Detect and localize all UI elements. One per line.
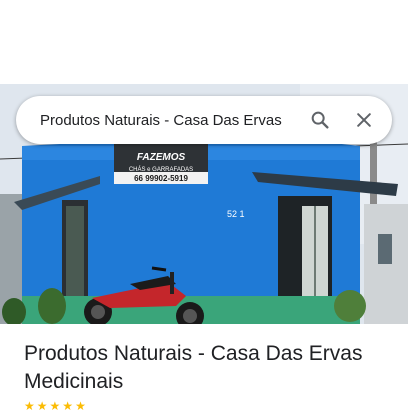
sign-phone: 66 99902-5919 <box>134 174 188 183</box>
rating-stars[interactable]: ★ ★ ★ ★ ★ <box>24 400 86 412</box>
close-icon <box>357 113 371 127</box>
star-icon: ★ <box>36 399 48 413</box>
search-icon <box>311 111 329 129</box>
clear-search-button[interactable] <box>344 100 384 140</box>
sign-line2: CHÁS e GARRAFADAS <box>129 166 193 173</box>
house-number: 52 1 <box>227 209 245 219</box>
star-icon: ★ <box>62 399 74 413</box>
star-icon: ★ <box>49 399 61 413</box>
sign-line1: FAZEMOS <box>137 152 186 163</box>
place-title: Produtos Naturais - Casa Das Ervas Medic… <box>24 342 363 393</box>
search-bar[interactable]: Produtos Naturais - Casa Das Ervas <box>16 96 392 144</box>
search-input[interactable]: Produtos Naturais - Casa Das Ervas <box>40 112 300 129</box>
top-blank-area <box>0 0 408 84</box>
star-icon: ★ <box>24 399 35 413</box>
search-button[interactable] <box>300 100 340 140</box>
star-icon: ★ <box>75 399 86 413</box>
